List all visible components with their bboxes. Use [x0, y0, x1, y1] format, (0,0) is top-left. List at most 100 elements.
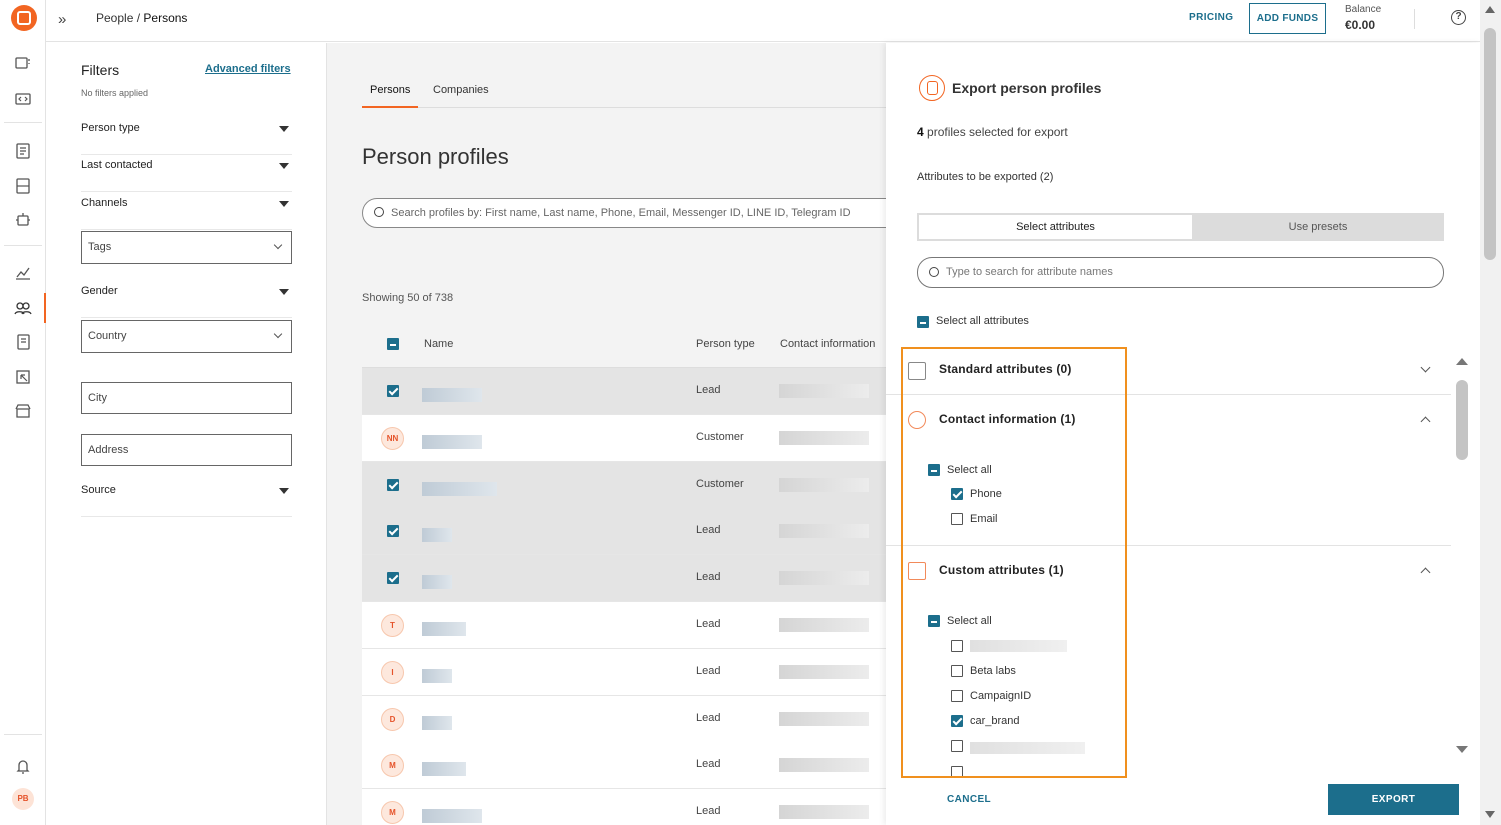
- select-all-checkbox[interactable]: [387, 338, 399, 350]
- scroll-up-icon[interactable]: [1456, 358, 1468, 365]
- redacted-name: [422, 668, 452, 683]
- chevron-up-icon[interactable]: [1420, 567, 1431, 578]
- flows-icon[interactable]: [13, 176, 33, 196]
- table-row[interactable]: NN Customer: [362, 414, 886, 462]
- chevron-up-icon[interactable]: [1420, 416, 1431, 427]
- tab-companies[interactable]: Companies: [433, 84, 489, 108]
- person-type-cell: Customer: [696, 430, 744, 443]
- export-profiles-icon: [919, 75, 945, 101]
- table-row[interactable]: I Lead: [362, 648, 886, 696]
- page-scrollbar[interactable]: [1480, 0, 1501, 825]
- templates-icon[interactable]: [13, 141, 33, 161]
- add-funds-button[interactable]: ADD FUNDS: [1249, 3, 1326, 34]
- attributes-count: Attributes to be exported (2): [917, 171, 1054, 183]
- table-row[interactable]: M Lead: [362, 789, 886, 825]
- table-row[interactable]: D Lead: [362, 695, 886, 743]
- tab-use-presets[interactable]: Use presets: [1194, 215, 1442, 239]
- person-type-cell: Lead: [696, 711, 721, 724]
- avatar: M: [381, 801, 404, 825]
- code-icon[interactable]: [13, 89, 33, 109]
- scroll-down-icon[interactable]: [1456, 746, 1468, 753]
- selected-count: 4 profiles selected for export: [917, 125, 1068, 139]
- person-type-cell: Lead: [696, 618, 721, 630]
- redacted-contact: [779, 524, 869, 539]
- person-type-cell: Lead: [696, 664, 721, 677]
- help-icon[interactable]: ?: [1451, 10, 1466, 25]
- redacted-name: [422, 434, 482, 449]
- row-checkbox[interactable]: [387, 572, 399, 585]
- left-rail: PB: [0, 0, 46, 825]
- search-icon: [929, 267, 939, 277]
- avatar: T: [381, 614, 404, 637]
- row-checkbox[interactable]: [387, 478, 399, 491]
- scroll-thumb[interactable]: [1484, 28, 1496, 260]
- balance-value: €0.00: [1345, 18, 1376, 32]
- main-content: Persons Companies Person profiles Search…: [327, 43, 886, 825]
- search-input[interactable]: Search profiles by: First name, Last nam…: [362, 198, 886, 228]
- avatar: NN: [381, 426, 404, 450]
- filter-person-type[interactable]: Person type: [81, 118, 292, 155]
- broadcast-icon[interactable]: [13, 367, 33, 387]
- filter-channels[interactable]: Channels: [81, 193, 292, 230]
- row-checkbox[interactable]: [387, 525, 399, 538]
- column-person-type[interactable]: Person type: [696, 338, 755, 350]
- redacted-name: [422, 528, 452, 543]
- column-contact-information[interactable]: Contact information: [780, 338, 875, 350]
- redacted-contact: [779, 618, 869, 632]
- address-field[interactable]: Address: [81, 434, 292, 466]
- scroll-up-icon[interactable]: [1485, 6, 1495, 13]
- pricing-link[interactable]: PRICING: [1189, 12, 1233, 23]
- select-all-attributes-checkbox[interactable]: [917, 316, 929, 328]
- caret-down-icon: [279, 163, 289, 169]
- logs-icon[interactable]: [13, 332, 33, 352]
- filters-title: Filters: [81, 62, 120, 78]
- no-filters-text: No filters applied: [81, 88, 149, 98]
- chevron-down-icon: [273, 240, 283, 250]
- filter-gender[interactable]: Gender: [81, 281, 292, 318]
- cancel-button[interactable]: CANCEL: [947, 794, 991, 805]
- breadcrumb-parent[interactable]: People: [96, 11, 133, 25]
- tabs: Persons Companies: [362, 84, 886, 108]
- expand-icon[interactable]: »: [58, 11, 66, 28]
- filter-source[interactable]: Source: [81, 480, 292, 517]
- store-icon[interactable]: [13, 401, 33, 421]
- conversations-icon[interactable]: [13, 54, 33, 74]
- filter-last-contacted[interactable]: Last contacted: [81, 155, 292, 192]
- table-row[interactable]: Lead: [362, 555, 886, 603]
- advanced-filters-link[interactable]: Advanced filters: [205, 63, 291, 75]
- redacted-name: [422, 388, 482, 402]
- table-row[interactable]: Lead: [362, 508, 886, 556]
- chevron-down-icon: [273, 329, 283, 339]
- attribute-search-input[interactable]: Type to search for attribute names: [917, 257, 1444, 288]
- redacted-contact: [779, 805, 869, 820]
- filter-tags-select[interactable]: Tags: [81, 231, 292, 264]
- page-title: Person profiles: [362, 144, 509, 169]
- city-field[interactable]: City: [81, 382, 292, 414]
- person-type-cell: Customer: [696, 477, 744, 490]
- bell-icon[interactable]: [13, 756, 33, 776]
- filter-country-select[interactable]: Country: [81, 320, 292, 353]
- people-icon[interactable]: [13, 298, 33, 318]
- table-row[interactable]: Customer: [362, 461, 886, 509]
- export-button[interactable]: EXPORT: [1328, 784, 1459, 815]
- table-row[interactable]: M Lead: [362, 742, 886, 790]
- logo-icon[interactable]: [11, 5, 37, 31]
- redacted-contact: [779, 430, 869, 445]
- row-checkbox[interactable]: [387, 385, 399, 397]
- bot-icon[interactable]: [13, 210, 33, 230]
- panel-scrollbar[interactable]: [1456, 380, 1468, 460]
- table-row[interactable]: Lead: [362, 368, 886, 415]
- avatar: M: [381, 754, 404, 778]
- redacted-contact: [779, 571, 869, 586]
- scroll-down-icon[interactable]: [1485, 811, 1495, 818]
- analytics-icon[interactable]: [13, 263, 33, 283]
- table-row[interactable]: T Lead: [362, 602, 886, 649]
- breadcrumb: People / Persons: [96, 11, 188, 25]
- tab-persons[interactable]: Persons: [362, 84, 419, 108]
- avatar[interactable]: PB: [12, 788, 34, 810]
- column-name[interactable]: Name: [424, 338, 453, 350]
- divider: [1414, 9, 1415, 29]
- chevron-down-icon[interactable]: [1420, 362, 1431, 373]
- redacted-contact: [779, 711, 869, 726]
- tab-select-attributes[interactable]: Select attributes: [919, 215, 1192, 239]
